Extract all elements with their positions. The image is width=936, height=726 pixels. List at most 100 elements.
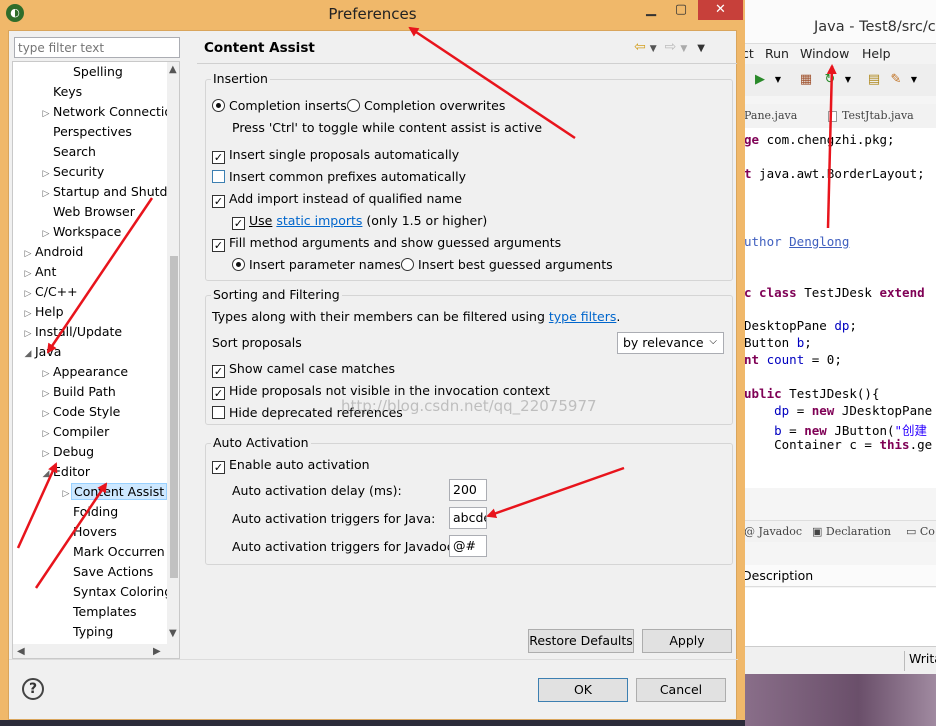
tree-item[interactable]: ▷ Install/Update bbox=[23, 322, 124, 342]
collapsed-arrow-icon[interactable]: ▷ bbox=[23, 304, 33, 324]
tree-item[interactable]: ▷ Network Connectio bbox=[41, 102, 174, 122]
add-import-checkbox[interactable]: ✓ Add import instead of qualified name bbox=[212, 191, 462, 208]
tree-item[interactable]: Templates bbox=[61, 602, 139, 622]
tree-item[interactable]: ▷ Build Path bbox=[41, 382, 118, 402]
edit-icon[interactable]: ✎ bbox=[888, 72, 904, 88]
tree-item[interactable]: ▷ Appearance bbox=[41, 362, 130, 382]
tree-item[interactable]: ▷ Startup and Shutd bbox=[41, 182, 169, 202]
refresh-run-icon[interactable]: ↻ bbox=[822, 72, 838, 88]
tree-item[interactable]: Typing bbox=[61, 622, 115, 642]
back-dropdown-icon[interactable]: ▼ bbox=[650, 44, 657, 54]
single-proposals-checkbox[interactable]: ✓ Insert single proposals automatically bbox=[212, 147, 459, 164]
collapsed-arrow-icon[interactable]: ▷ bbox=[41, 224, 51, 244]
tree-item[interactable]: ▷ Code Style bbox=[41, 402, 122, 422]
dropdown-icon[interactable]: ▼ bbox=[906, 72, 922, 88]
tree-scroll-thumb[interactable] bbox=[170, 256, 178, 578]
open-folder-icon[interactable]: ▤ bbox=[866, 72, 882, 88]
dialog-titlebar[interactable]: ◐ Preferences ▁ ▢ ✕ bbox=[0, 0, 745, 28]
common-prefixes-checkbox[interactable]: Insert common prefixes automatically bbox=[212, 169, 466, 184]
collapsed-arrow-icon[interactable]: ▷ bbox=[41, 444, 51, 464]
scroll-left-icon[interactable]: ◀ bbox=[17, 646, 25, 657]
tree-item[interactable]: Perspectives bbox=[41, 122, 134, 142]
dropdown-icon[interactable]: ▼ bbox=[770, 72, 786, 88]
tree-item[interactable]: ▷ Android bbox=[23, 242, 85, 262]
filter-input[interactable] bbox=[14, 37, 180, 58]
scroll-down-icon[interactable]: ▼ bbox=[169, 628, 177, 639]
insert-parameter-names-radio[interactable]: Insert parameter names bbox=[232, 257, 401, 272]
delay-input[interactable]: 200 bbox=[449, 479, 487, 501]
collapsed-arrow-icon[interactable]: ▷ bbox=[23, 244, 33, 264]
tree-item[interactable]: ▷ C/C++ bbox=[23, 282, 80, 302]
java-triggers-input[interactable]: abcde bbox=[449, 507, 487, 529]
view-menu-icon[interactable]: ▼ bbox=[697, 43, 705, 54]
menu-run[interactable]: Run bbox=[765, 46, 789, 61]
fill-method-args-checkbox[interactable]: ✓ Fill method arguments and show guessed … bbox=[212, 235, 561, 252]
scroll-up-icon[interactable]: ▲ bbox=[169, 64, 177, 75]
editor-tab[interactable]: Pane.java bbox=[744, 109, 797, 122]
insert-best-guessed-radio[interactable]: Insert best guessed arguments bbox=[401, 257, 613, 272]
view-tab-javadoc[interactable]: @ Javadoc bbox=[744, 525, 802, 538]
forward-arrow-icon[interactable]: ⇨ bbox=[665, 39, 677, 55]
collapsed-arrow-icon[interactable]: ▷ bbox=[41, 184, 51, 204]
collapsed-arrow-icon[interactable]: ▷ bbox=[23, 264, 33, 284]
minimize-button[interactable]: ▁ bbox=[636, 0, 666, 20]
editor-tab[interactable]: TestJtab.java bbox=[842, 109, 914, 122]
collapsed-arrow-icon[interactable]: ▷ bbox=[41, 404, 51, 424]
tree-item[interactable]: ◢ Editor bbox=[41, 462, 92, 482]
menu-window[interactable]: Window bbox=[800, 46, 849, 61]
tree-item[interactable]: Save Actions bbox=[61, 562, 155, 582]
collapsed-arrow-icon[interactable]: ▷ bbox=[23, 324, 33, 344]
dropdown-icon[interactable]: ▼ bbox=[840, 72, 856, 88]
menu-help[interactable]: Help bbox=[862, 46, 891, 61]
type-filters-link[interactable]: type filters bbox=[549, 309, 617, 324]
tree-item[interactable]: ▷ Security bbox=[41, 162, 106, 182]
view-tab-declaration[interactable]: ▣ Declaration bbox=[812, 525, 891, 538]
sort-proposals-select[interactable]: by relevance ⌵ bbox=[617, 332, 724, 354]
tree-item[interactable]: Web Browser bbox=[41, 202, 137, 222]
apply-button[interactable]: Apply bbox=[642, 629, 732, 653]
completion-inserts-radio[interactable]: Completion inserts bbox=[212, 98, 347, 113]
run-icon[interactable]: ▶ bbox=[752, 72, 768, 88]
tree-item[interactable]: Mark Occurren bbox=[61, 542, 167, 562]
description-column[interactable]: Description bbox=[742, 568, 813, 583]
javadoc-triggers-input[interactable]: @# bbox=[449, 535, 487, 557]
view-tab-console[interactable]: ▭ Co bbox=[906, 525, 935, 538]
build-icon[interactable]: ▦ bbox=[798, 72, 814, 88]
collapsed-arrow-icon[interactable]: ▷ bbox=[41, 424, 51, 444]
back-arrow-icon[interactable]: ⇦ bbox=[634, 39, 646, 55]
collapsed-arrow-icon[interactable]: ▷ bbox=[61, 484, 71, 504]
close-button[interactable]: ✕ bbox=[698, 0, 743, 20]
static-imports-link[interactable]: static imports bbox=[276, 213, 362, 228]
tree-item[interactable]: Keys bbox=[41, 82, 84, 102]
tree-item[interactable]: Hovers bbox=[61, 522, 119, 542]
tree-item[interactable]: ▷ Workspace bbox=[41, 222, 123, 242]
camel-case-checkbox[interactable]: ✓ Show camel case matches bbox=[212, 361, 395, 378]
preferences-tree[interactable]: Spelling Keys ▷ Network Connectio Perspectiv… bbox=[12, 61, 180, 659]
collapsed-arrow-icon[interactable]: ▷ bbox=[23, 284, 33, 304]
tree-item[interactable]: ◢ Java bbox=[23, 342, 63, 362]
tree-item[interactable]: ▷ Compiler bbox=[41, 422, 111, 442]
tree-item[interactable]: Spelling bbox=[61, 62, 125, 82]
cancel-button[interactable]: Cancel bbox=[636, 678, 726, 702]
static-imports-checkbox[interactable]: ✓ Use static imports (only 1.5 or higher) bbox=[232, 213, 487, 230]
tree-item[interactable]: Search bbox=[41, 142, 98, 162]
collapsed-arrow-icon[interactable]: ▷ bbox=[41, 364, 51, 384]
help-icon[interactable]: ? bbox=[22, 678, 44, 700]
forward-dropdown-icon[interactable]: ▼ bbox=[680, 44, 687, 54]
expanded-arrow-icon[interactable]: ◢ bbox=[41, 464, 51, 484]
tree-item[interactable]: Folding bbox=[61, 502, 120, 522]
code-editor[interactable]: ge com.chengzhi.pkg; t java.awt.BorderLa… bbox=[742, 128, 936, 488]
maximize-button[interactable]: ▢ bbox=[666, 0, 696, 20]
tree-item[interactable]: ▷ Ant bbox=[23, 262, 58, 282]
collapsed-arrow-icon[interactable]: ▷ bbox=[41, 104, 51, 124]
scroll-right-icon[interactable]: ▶ bbox=[153, 646, 161, 657]
enable-auto-activation-checkbox[interactable]: ✓ Enable auto activation bbox=[212, 457, 370, 474]
expanded-arrow-icon[interactable]: ◢ bbox=[23, 344, 33, 364]
restore-defaults-button[interactable]: Restore Defaults bbox=[528, 629, 634, 653]
collapsed-arrow-icon[interactable]: ▷ bbox=[41, 164, 51, 184]
tree-item[interactable]: ▷ Help bbox=[23, 302, 66, 322]
tree-item[interactable]: ▷ Debug bbox=[41, 442, 96, 462]
ok-button[interactable]: OK bbox=[538, 678, 628, 702]
tree-item[interactable]: ▷ Content Assist bbox=[61, 482, 168, 504]
completion-overwrites-radio[interactable]: Completion overwrites bbox=[347, 98, 505, 113]
